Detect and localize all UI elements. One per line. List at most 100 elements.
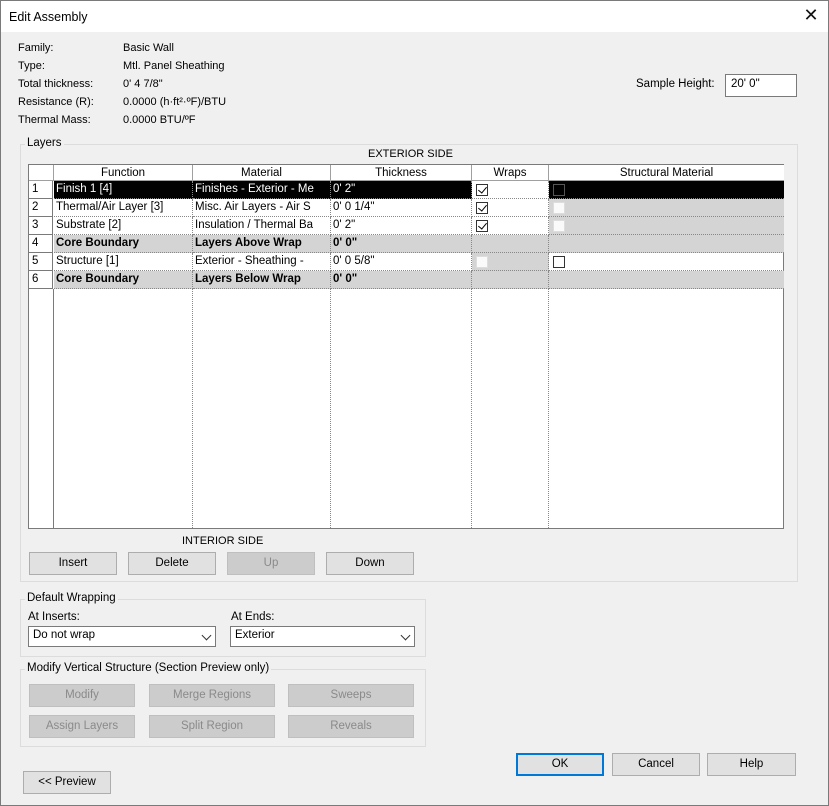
function-cell: Core Boundary xyxy=(54,271,193,289)
wraps-checkbox[interactable] xyxy=(476,202,488,214)
row-number-header xyxy=(29,165,54,181)
layer-row[interactable]: 1 Finish 1 [4] Finishes - Exterior - Me … xyxy=(29,181,784,199)
row-number[interactable]: 4 xyxy=(29,235,53,253)
structural-cell xyxy=(549,271,784,289)
material-cell[interactable]: Exterior - Sheathing - xyxy=(193,253,331,271)
wraps-cell xyxy=(472,235,549,253)
wraps-cell xyxy=(472,271,549,289)
row-number[interactable]: 2 xyxy=(29,199,53,217)
material-cell: Layers Below Wrap xyxy=(193,271,331,289)
thickness-cell: 0' 0" xyxy=(331,271,472,289)
title-bar: Edit Assembly ✕ xyxy=(1,1,828,32)
cancel-button[interactable]: Cancel xyxy=(612,753,700,776)
layer-row[interactable]: 3 Substrate [2] Insulation / Thermal Ba … xyxy=(29,217,784,235)
wraps-checkbox xyxy=(476,256,488,268)
at-ends-label: At Ends: xyxy=(231,611,275,623)
edit-assembly-dialog: Edit Assembly ✕ Family: Basic Wall Type:… xyxy=(0,0,829,806)
wraps-column-header[interactable]: Wraps xyxy=(472,165,549,181)
split-region-button[interactable]: Split Region xyxy=(149,715,275,738)
wraps-checkbox[interactable] xyxy=(476,184,488,196)
type-label: Type: xyxy=(18,60,45,72)
down-button[interactable]: Down xyxy=(326,552,414,575)
function-column-header[interactable]: Function xyxy=(54,165,193,181)
structural-checkbox xyxy=(553,202,565,214)
family-value: Basic Wall xyxy=(123,42,174,54)
exterior-side-label: EXTERIOR SIDE xyxy=(368,148,453,160)
row-number[interactable]: 6 xyxy=(29,271,53,289)
column-divider xyxy=(330,289,331,528)
delete-button[interactable]: Delete xyxy=(128,552,216,575)
merge-regions-button[interactable]: Merge Regions xyxy=(149,684,275,707)
reveals-button[interactable]: Reveals xyxy=(288,715,414,738)
close-icon[interactable]: ✕ xyxy=(802,6,820,24)
material-cell[interactable]: Insulation / Thermal Ba xyxy=(193,217,331,235)
window-title: Edit Assembly xyxy=(9,10,88,24)
function-cell[interactable]: Substrate [2] xyxy=(54,217,193,235)
structural-cell xyxy=(549,199,784,217)
sample-height-input[interactable]: 20' 0" xyxy=(725,74,797,97)
at-inserts-label: At Inserts: xyxy=(28,611,80,623)
structural-checkbox[interactable] xyxy=(553,256,565,268)
thickness-cell: 0' 0" xyxy=(331,235,472,253)
thermal-mass-value: 0.0000 BTU/ºF xyxy=(123,114,196,126)
wraps-cell xyxy=(472,181,549,199)
total-thickness-value: 0' 4 7/8" xyxy=(123,78,163,90)
wraps-cell xyxy=(472,217,549,235)
material-cell[interactable]: Misc. Air Layers - Air S xyxy=(193,199,331,217)
modify-vertical-label: Modify Vertical Structure (Section Previ… xyxy=(25,662,272,674)
ok-button[interactable]: OK xyxy=(516,753,604,776)
sweeps-button[interactable]: Sweeps xyxy=(288,684,414,707)
structural-cell xyxy=(549,217,784,235)
insert-button[interactable]: Insert xyxy=(29,552,117,575)
at-ends-select[interactable]: Exterior xyxy=(230,626,415,647)
function-cell[interactable]: Finish 1 [4] xyxy=(54,181,193,199)
row-number[interactable]: 5 xyxy=(29,253,53,271)
material-cell: Layers Above Wrap xyxy=(193,235,331,253)
column-divider xyxy=(192,289,193,528)
modify-button[interactable]: Modify xyxy=(29,684,135,707)
thermal-mass-label: Thermal Mass: xyxy=(18,114,91,126)
layers-group-label: Layers xyxy=(25,137,64,149)
structural-material-column-header[interactable]: Structural Material xyxy=(549,165,784,181)
structural-cell xyxy=(549,181,784,199)
up-button[interactable]: Up xyxy=(227,552,315,575)
material-column-header[interactable]: Material xyxy=(193,165,331,181)
at-inserts-select[interactable]: Do not wrap xyxy=(28,626,216,647)
at-inserts-value: Do not wrap xyxy=(33,629,96,641)
resistance-label: Resistance (R): xyxy=(18,96,94,108)
core-boundary-row[interactable]: 4 Core Boundary Layers Above Wrap 0' 0" xyxy=(29,235,784,253)
column-divider xyxy=(471,289,472,528)
thickness-column-header[interactable]: Thickness xyxy=(331,165,472,181)
material-cell[interactable]: Finishes - Exterior - Me xyxy=(193,181,331,199)
type-value: Mtl. Panel Sheathing xyxy=(123,60,225,72)
help-button[interactable]: Help xyxy=(707,753,796,776)
structural-checkbox[interactable] xyxy=(553,184,565,196)
total-thickness-label: Total thickness: xyxy=(18,78,94,90)
row-number[interactable]: 3 xyxy=(29,217,53,235)
sample-height-label: Sample Height: xyxy=(636,78,715,90)
function-cell[interactable]: Thermal/Air Layer [3] xyxy=(54,199,193,217)
layer-row[interactable]: 2 Thermal/Air Layer [3] Misc. Air Layers… xyxy=(29,199,784,217)
resistance-value: 0.0000 (h·ft²·ºF)/BTU xyxy=(123,96,227,108)
chevron-down-icon xyxy=(201,630,212,641)
assign-layers-button[interactable]: Assign Layers xyxy=(29,715,135,738)
thickness-cell[interactable]: 0' 0 1/4" xyxy=(331,199,472,217)
wraps-cell xyxy=(472,199,549,217)
row-header-filler xyxy=(29,289,54,528)
thickness-cell[interactable]: 0' 2" xyxy=(331,181,472,199)
structural-cell xyxy=(549,235,784,253)
thickness-cell[interactable]: 0' 0 5/8" xyxy=(331,253,472,271)
core-boundary-row[interactable]: 6 Core Boundary Layers Below Wrap 0' 0" xyxy=(29,271,784,289)
default-wrapping-label: Default Wrapping xyxy=(25,592,118,604)
structural-checkbox xyxy=(553,220,565,232)
structural-cell xyxy=(549,253,784,271)
chevron-down-icon xyxy=(400,630,411,641)
wraps-checkbox[interactable] xyxy=(476,220,488,232)
function-cell[interactable]: Structure [1] xyxy=(54,253,193,271)
layer-row[interactable]: 5 Structure [1] Exterior - Sheathing - 0… xyxy=(29,253,784,271)
row-number[interactable]: 1 xyxy=(29,181,53,199)
preview-button[interactable]: << Preview xyxy=(23,771,111,794)
function-cell: Core Boundary xyxy=(54,235,193,253)
thickness-cell[interactable]: 0' 2" xyxy=(331,217,472,235)
family-label: Family: xyxy=(18,42,54,54)
